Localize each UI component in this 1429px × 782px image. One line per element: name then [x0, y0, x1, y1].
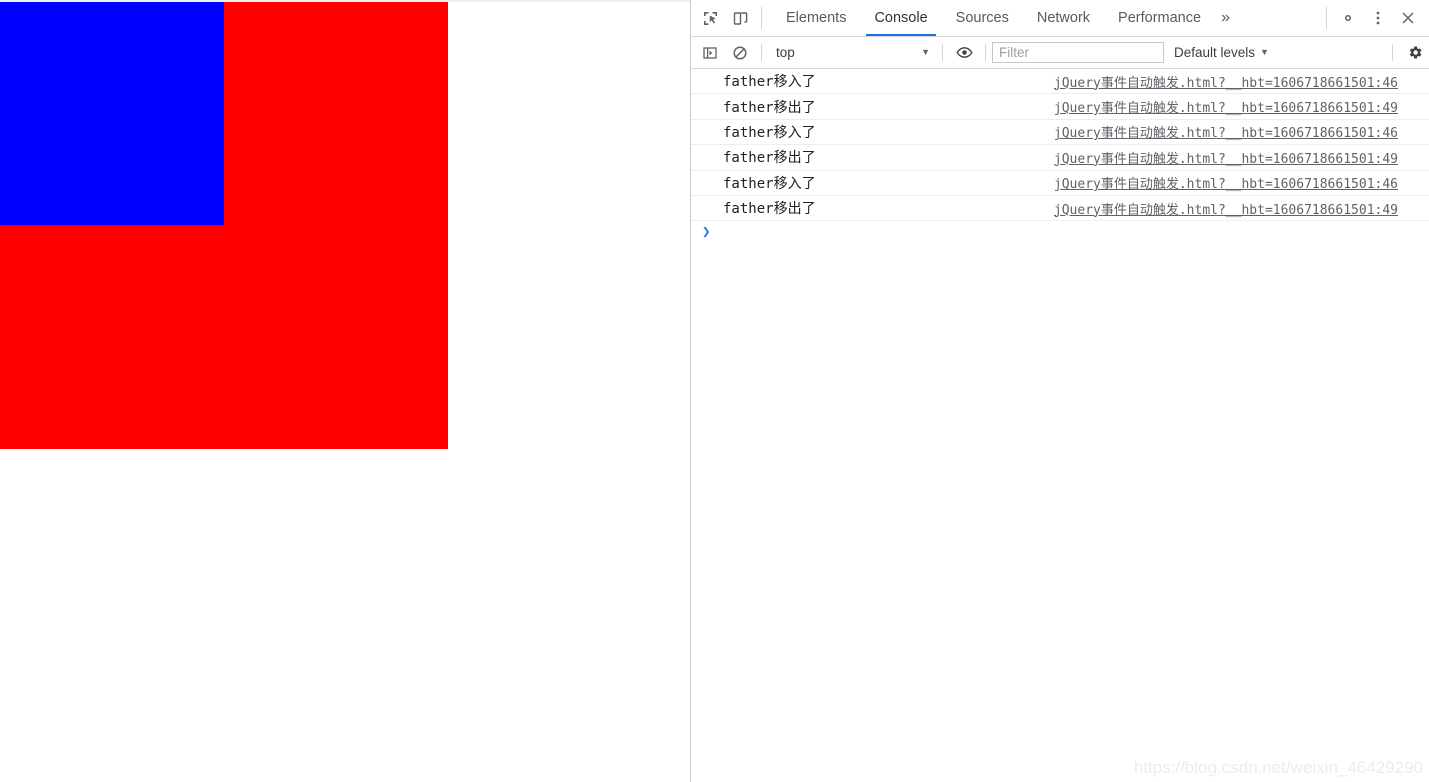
console-message-row[interactable]: father移入了 jQuery事件自动触发.html?__hbt=160671…	[691, 69, 1429, 95]
web-page-viewport	[0, 0, 690, 782]
tab-network-label: Network	[1036, 10, 1091, 26]
console-toolbar-divider-4	[1392, 44, 1393, 61]
devtools-tabbar: Elements Console Sources Network Perform…	[691, 0, 1429, 37]
console-context-value: top	[776, 45, 795, 60]
console-log-levels-select[interactable]: Default levels ▼	[1164, 45, 1279, 60]
tab-sources[interactable]: Sources	[942, 0, 1023, 36]
toolbar-divider-2	[1326, 7, 1327, 29]
prompt-chevron-icon: ❯	[702, 224, 711, 241]
console-message-text: father移入了	[723, 124, 816, 141]
gear-icon[interactable]	[1333, 9, 1363, 27]
console-log-levels-label: Default levels	[1174, 45, 1256, 60]
devtools-toolbar-left	[691, 0, 768, 36]
console-toolbar: top ▼ Default levels ▼	[691, 37, 1429, 69]
console-message-text: father移出了	[723, 99, 816, 116]
console-message-row[interactable]: father移出了 jQuery事件自动触发.html?__hbt=160671…	[691, 94, 1429, 120]
tab-sources-label: Sources	[955, 10, 1009, 26]
console-input-prompt[interactable]: ❯	[691, 221, 1429, 243]
console-message-text: father移出了	[723, 201, 816, 218]
console-toolbar-divider-1	[761, 44, 762, 61]
device-toolbar-icon[interactable]	[725, 10, 755, 27]
tab-elements-label: Elements	[786, 10, 847, 26]
console-message-source-link[interactable]: jQuery事件自动触发.html?__hbt=1606718661501:46	[1054, 122, 1398, 141]
more-tabs-icon[interactable]: »	[1215, 0, 1240, 36]
tab-elements[interactable]: Elements	[772, 0, 860, 36]
console-toolbar-divider-3	[985, 44, 986, 61]
console-sidebar-icon[interactable]	[695, 45, 725, 61]
inspect-element-icon[interactable]	[695, 10, 725, 27]
live-expression-eye-icon[interactable]	[949, 44, 979, 61]
more-options-icon[interactable]	[1363, 10, 1393, 26]
tab-console[interactable]: Console	[860, 0, 941, 36]
clear-console-icon[interactable]	[725, 45, 755, 61]
console-filter-input[interactable]	[992, 42, 1164, 63]
tab-performance[interactable]: Performance	[1104, 0, 1215, 36]
console-message-list[interactable]: father移入了 jQuery事件自动触发.html?__hbt=160671…	[691, 69, 1429, 782]
more-tabs-glyph: »	[1221, 9, 1230, 26]
console-message-source-link[interactable]: jQuery事件自动触发.html?__hbt=1606718661501:49	[1054, 199, 1398, 218]
devtools-panel: Elements Console Sources Network Perform…	[690, 0, 1429, 782]
tab-network[interactable]: Network	[1023, 0, 1104, 36]
console-context-select[interactable]: top ▼	[768, 41, 936, 64]
tab-console-label: Console	[874, 10, 928, 26]
console-message-row[interactable]: father移出了 jQuery事件自动触发.html?__hbt=160671…	[691, 196, 1429, 222]
console-message-text: father移入了	[723, 175, 816, 192]
console-message-row[interactable]: father移入了 jQuery事件自动触发.html?__hbt=160671…	[691, 120, 1429, 146]
console-message-text: father移出了	[723, 150, 816, 167]
console-toolbar-divider-2	[942, 44, 943, 61]
devtools-tab-list: Elements Console Sources Network Perform…	[772, 0, 1320, 36]
tab-performance-label: Performance	[1118, 10, 1202, 26]
console-message-source-link[interactable]: jQuery事件自动触发.html?__hbt=1606718661501:46	[1054, 173, 1398, 192]
close-icon[interactable]	[1393, 10, 1423, 26]
devtools-toolbar-right	[1320, 0, 1429, 36]
son-div[interactable]	[0, 2, 224, 225]
chevron-down-icon: ▼	[921, 47, 930, 57]
console-message-text: father移入了	[723, 74, 816, 91]
toolbar-divider-1	[761, 7, 762, 29]
console-message-source-link[interactable]: jQuery事件自动触发.html?__hbt=1606718661501:49	[1054, 97, 1398, 116]
father-div[interactable]	[0, 2, 448, 449]
console-message-source-link[interactable]: jQuery事件自动触发.html?__hbt=1606718661501:46	[1054, 72, 1398, 91]
console-message-row[interactable]: father移出了 jQuery事件自动触发.html?__hbt=160671…	[691, 145, 1429, 171]
console-settings-gear-icon[interactable]	[1399, 44, 1429, 61]
console-message-source-link[interactable]: jQuery事件自动触发.html?__hbt=1606718661501:49	[1054, 148, 1398, 167]
chevron-down-icon-levels: ▼	[1260, 47, 1269, 57]
console-message-row[interactable]: father移入了 jQuery事件自动触发.html?__hbt=160671…	[691, 171, 1429, 196]
